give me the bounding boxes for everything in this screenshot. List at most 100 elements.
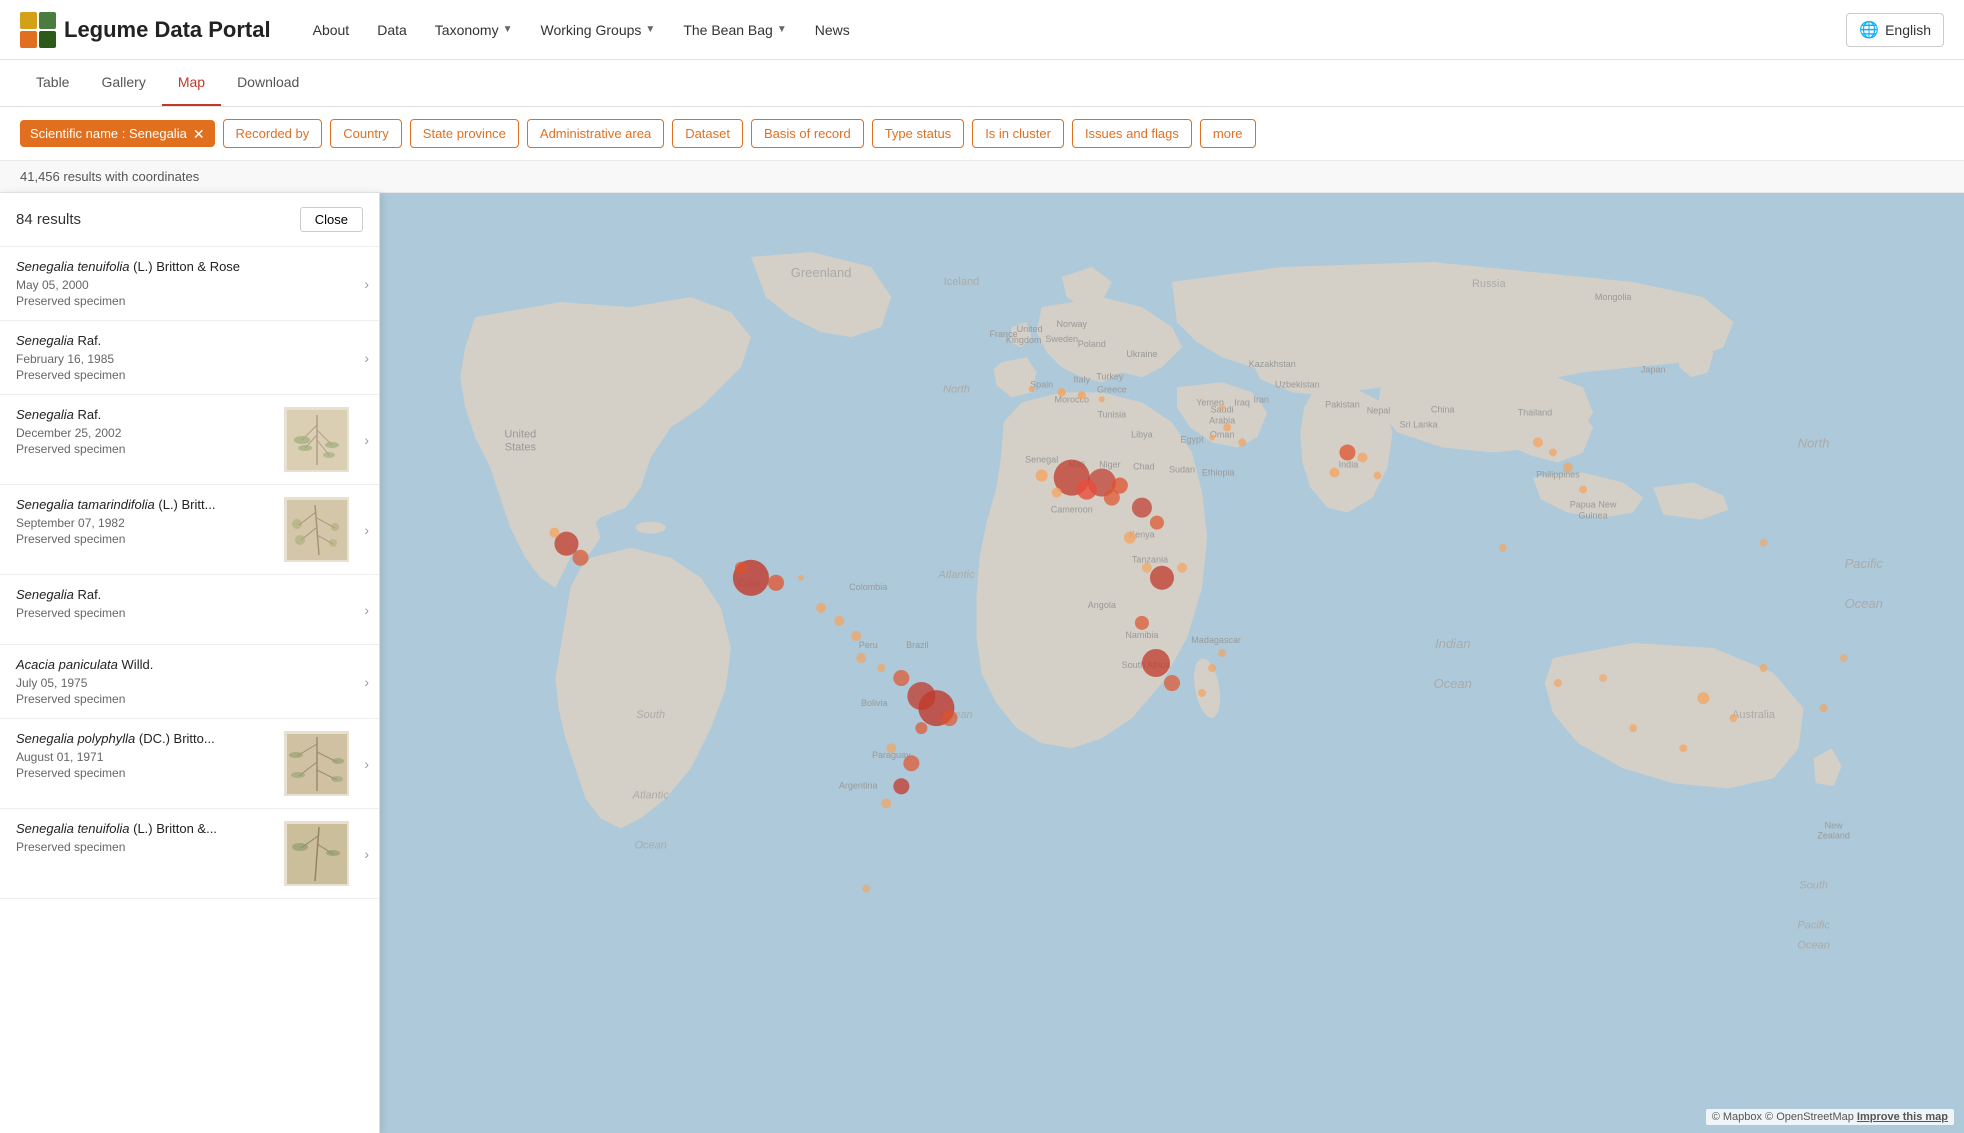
svg-text:Guinea: Guinea [1579, 511, 1609, 521]
filter-is-in-cluster[interactable]: Is in cluster [972, 119, 1064, 148]
record-type: Preserved specimen [16, 442, 276, 456]
main-content: 84 results Close Senegalia tenuifolia (L… [0, 193, 1964, 1133]
record-date: July 05, 1975 [16, 676, 349, 690]
svg-text:Greenland: Greenland [791, 265, 852, 280]
record-info: Senegalia Raf. December 25, 2002 Preserv… [16, 407, 276, 472]
language-selector[interactable]: 🌐 English [1846, 13, 1944, 47]
close-sidebar-button[interactable]: Close [300, 207, 363, 232]
record-info: Senegalia tenuifolia (L.) Britton &... P… [16, 821, 276, 886]
svg-text:Poland: Poland [1078, 339, 1106, 349]
svg-text:Iceland: Iceland [944, 276, 980, 288]
svg-text:Angola: Angola [1088, 600, 1117, 610]
svg-text:Iran: Iran [1253, 394, 1269, 404]
svg-text:New: New [1825, 820, 1844, 830]
svg-text:Indian: Indian [1435, 636, 1470, 651]
tab-table[interactable]: Table [20, 60, 85, 106]
svg-text:China: China [1431, 404, 1456, 414]
list-item[interactable]: Senegalia tenuifolia (L.) Britton & Rose… [0, 247, 379, 321]
svg-text:Brazil: Brazil [906, 640, 929, 650]
list-item[interactable]: Senegalia tenuifolia (L.) Britton &... P… [0, 809, 379, 899]
specimen-image [287, 500, 347, 560]
chevron-right-icon: › [364, 602, 369, 618]
svg-text:Thailand: Thailand [1518, 407, 1553, 417]
record-date: August 01, 1971 [16, 750, 276, 764]
logo-icon [20, 12, 56, 48]
chevron-right-icon: › [364, 846, 369, 862]
svg-text:Libya: Libya [1131, 429, 1154, 439]
filter-more[interactable]: more [1200, 119, 1256, 148]
chevron-right-icon: › [364, 350, 369, 366]
svg-text:South: South [636, 709, 665, 721]
svg-text:Ocean: Ocean [1434, 676, 1472, 691]
world-map: United States Greenland North Atlantic O… [380, 193, 1964, 1133]
svg-text:Pacific: Pacific [1845, 556, 1884, 571]
nav-about[interactable]: About [301, 14, 362, 46]
logo-text: Legume Data Portal [64, 17, 271, 43]
tab-download[interactable]: Download [221, 60, 315, 106]
svg-text:Ethiopia: Ethiopia [1202, 468, 1236, 478]
nav-taxonomy[interactable]: Taxonomy ▼ [423, 14, 525, 46]
record-type: Preserved specimen [16, 368, 349, 382]
svg-text:Arabia: Arabia [1209, 415, 1236, 425]
svg-text:Japan: Japan [1641, 364, 1666, 374]
active-filter-scientific-name[interactable]: Scientific name : Senegalia ✕ [20, 120, 215, 147]
working-groups-arrow: ▼ [645, 24, 655, 35]
nav-working-groups[interactable]: Working Groups ▼ [529, 14, 668, 46]
list-item[interactable]: Senegalia polyphylla (DC.) Britto... Aug… [0, 719, 379, 809]
record-name: Acacia paniculata Willd. [16, 657, 349, 672]
specimen-image [287, 410, 347, 470]
list-item[interactable]: Senegalia Raf. Preserved specimen › [0, 575, 379, 645]
logo[interactable]: Legume Data Portal [20, 12, 271, 48]
sidebar-count: 84 results [16, 211, 81, 228]
record-name: Senegalia tenuifolia (L.) Britton & Rose [16, 259, 349, 274]
record-name: Senegalia Raf. [16, 407, 276, 422]
svg-text:United: United [504, 428, 536, 440]
remove-filter-icon[interactable]: ✕ [193, 127, 205, 141]
record-info: Senegalia Raf. Preserved specimen [16, 587, 349, 632]
filter-bar: Scientific name : Senegalia ✕ Recorded b… [0, 107, 1964, 161]
tab-map[interactable]: Map [162, 60, 221, 106]
list-item[interactable]: Acacia paniculata Willd. July 05, 1975 P… [0, 645, 379, 719]
svg-text:Ocean: Ocean [1845, 596, 1883, 611]
record-thumbnail [284, 731, 349, 796]
svg-text:Sudan: Sudan [1169, 465, 1195, 475]
svg-text:Ukraine: Ukraine [1126, 349, 1157, 359]
filter-basis-of-record[interactable]: Basis of record [751, 119, 864, 148]
filter-dataset[interactable]: Dataset [672, 119, 743, 148]
view-tabs: Table Gallery Map Download [0, 60, 1964, 107]
tab-gallery[interactable]: Gallery [85, 60, 161, 106]
svg-text:India: India [1339, 460, 1360, 470]
filter-country[interactable]: Country [330, 119, 402, 148]
header: Legume Data Portal About Data Taxonomy ▼… [0, 0, 1964, 60]
svg-text:Norway: Norway [1056, 319, 1087, 329]
record-info: Senegalia tamarindifolia (L.) Britt... S… [16, 497, 276, 562]
record-thumbnail [284, 821, 349, 886]
nav-news[interactable]: News [803, 14, 862, 46]
nav-bean-bag[interactable]: The Bean Bag ▼ [671, 14, 798, 46]
svg-text:Egypt: Egypt [1181, 434, 1205, 444]
filter-state-province[interactable]: State province [410, 119, 519, 148]
map-container[interactable]: United States Greenland North Atlantic O… [380, 193, 1964, 1133]
list-item[interactable]: Senegalia tamarindifolia (L.) Britt... S… [0, 485, 379, 575]
list-item[interactable]: Senegalia Raf. February 16, 1985 Preserv… [0, 321, 379, 395]
improve-map-link[interactable]: Improve this map [1857, 1111, 1948, 1123]
list-item[interactable]: Senegalia Raf. December 25, 2002 Preserv… [0, 395, 379, 485]
filter-administrative-area[interactable]: Administrative area [527, 119, 664, 148]
record-date: September 07, 1982 [16, 516, 276, 530]
filter-recorded-by[interactable]: Recorded by [223, 119, 323, 148]
filter-type-status[interactable]: Type status [872, 119, 964, 148]
record-type: Preserved specimen [16, 294, 349, 308]
svg-text:Tanzania: Tanzania [1132, 555, 1169, 565]
chevron-right-icon: › [364, 432, 369, 448]
main-nav: About Data Taxonomy ▼ Working Groups ▼ T… [301, 14, 1847, 46]
filter-issues-flags[interactable]: Issues and flags [1072, 119, 1192, 148]
record-info: Senegalia polyphylla (DC.) Britto... Aug… [16, 731, 276, 796]
svg-text:Niger: Niger [1099, 460, 1121, 470]
nav-data[interactable]: Data [365, 14, 419, 46]
record-thumbnail [284, 497, 349, 562]
record-name: Senegalia tenuifolia (L.) Britton &... [16, 821, 276, 836]
chevron-right-icon: › [364, 522, 369, 538]
svg-text:Russia: Russia [1472, 278, 1507, 290]
svg-text:Philippines: Philippines [1536, 470, 1580, 480]
svg-text:Pakistan: Pakistan [1325, 399, 1360, 409]
